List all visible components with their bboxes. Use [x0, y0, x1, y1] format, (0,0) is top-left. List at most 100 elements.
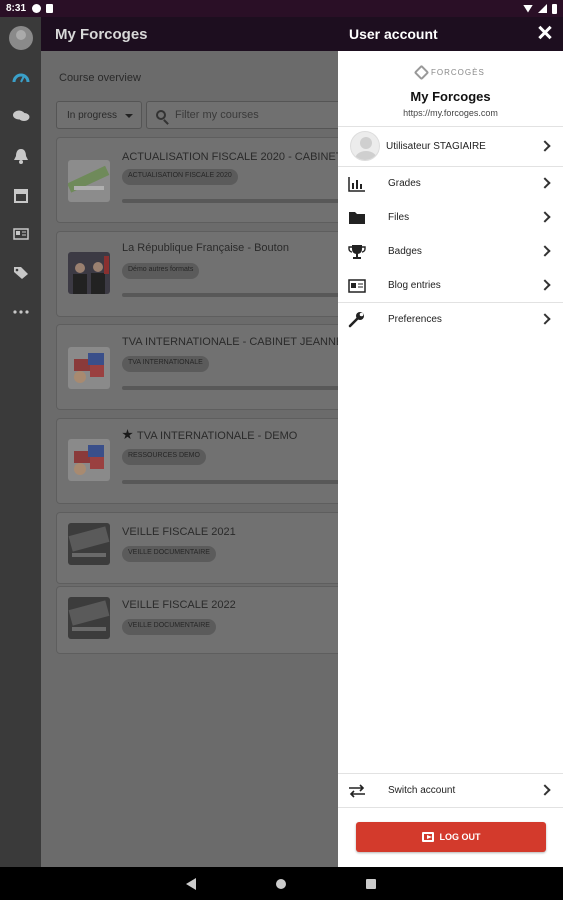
menu-item-grades[interactable]: Grades [338, 167, 563, 200]
course-thumbnail [68, 439, 110, 481]
chevron-right-icon [539, 177, 551, 189]
menu-item-badges[interactable]: Badges [338, 235, 563, 268]
menu-item-files[interactable]: Files [338, 201, 563, 234]
divider [338, 807, 563, 808]
course-card[interactable]: VEILLE FISCALE 2022 VEILLE DOCUMENTAIRE [56, 586, 356, 654]
drawer-title: User account [349, 26, 438, 42]
course-progress-bar [122, 386, 357, 390]
course-search-placeholder: Filter my courses [175, 109, 259, 121]
grades-icon [348, 177, 365, 192]
switch-arrows-icon [349, 784, 365, 798]
dashboard-icon[interactable] [0, 62, 41, 92]
logout-button[interactable]: LOG OUT [356, 822, 546, 852]
course-progress-bar [122, 293, 357, 297]
menu-label: Preferences [388, 314, 442, 325]
course-card[interactable]: TVA INTERNATIONALE - DEMO RESSOURCES DEM… [56, 418, 357, 504]
course-tag: Démo autres formats [122, 263, 200, 279]
course-card[interactable]: ACTUALISATION FISCALE 2020 - CABINET I A… [56, 137, 357, 223]
menu-label: Blog entries [388, 280, 441, 291]
course-tag: TVA INTERNATIONALE [122, 356, 209, 372]
logo-mark-icon [413, 64, 430, 80]
progress-filter-value: In progress [67, 110, 118, 121]
blog-icon[interactable] [0, 219, 41, 249]
battery-icon [552, 3, 557, 14]
course-tag: VEILLE DOCUMENTAIRE [122, 619, 216, 635]
course-tag: ACTUALISATION FISCALE 2020 [122, 169, 238, 185]
site-logo: FORCOGÈS [413, 64, 485, 80]
switch-account-label: Switch account [388, 785, 456, 796]
avatar [8, 26, 33, 50]
back-icon[interactable] [186, 878, 196, 890]
app-title: My Forcoges [55, 26, 148, 43]
course-progress-bar [122, 480, 357, 484]
caret-down-icon [125, 114, 133, 118]
course-thumbnail [68, 347, 110, 389]
course-tag: RESSOURCES DEMO [122, 449, 206, 465]
course-card[interactable]: La République Française - Bouton Démo au… [56, 231, 357, 317]
drawer-header: User account [338, 17, 563, 51]
menu-label: Badges [388, 246, 422, 257]
calendar-icon[interactable] [0, 180, 41, 210]
course-tag: VEILLE DOCUMENTAIRE [122, 546, 216, 562]
site-name: My Forcoges [410, 89, 491, 104]
user-profile-row[interactable]: Utilisateur STAGIAIRE [338, 128, 563, 166]
status-bar: 8:31 [0, 0, 563, 17]
logout-icon [421, 832, 434, 842]
chevron-right-icon [539, 313, 551, 325]
menu-item-preferences[interactable]: Preferences [338, 303, 563, 336]
folder-icon [349, 212, 365, 224]
divider [338, 126, 563, 127]
menu-label: Files [388, 212, 410, 223]
wrench-icon [348, 312, 364, 328]
course-title: TVA INTERNATIONALE - CABINET JEANNE [122, 336, 344, 348]
app-notification-icon [32, 4, 42, 13]
course-title-row: TVA INTERNATIONALE - DEMO [122, 429, 297, 442]
chevron-right-icon [539, 211, 551, 223]
chevron-right-icon [539, 245, 551, 257]
site-logo-text: FORCOGÈS [431, 67, 485, 77]
menu-item-blog-entries[interactable]: Blog entries [338, 269, 563, 302]
user-account-drawer: User account FORCOGÈS My Forcoges https:… [338, 17, 563, 867]
course-progress-bar [122, 199, 357, 203]
site-url: https://my.forcoges.com [403, 108, 498, 118]
course-thumbnail [68, 523, 110, 565]
user-avatar [350, 131, 380, 161]
switch-account-row[interactable]: Switch account [338, 774, 563, 807]
side-rail [0, 17, 41, 867]
star-icon [122, 429, 133, 440]
course-search-input[interactable]: Filter my courses [146, 101, 346, 129]
chevron-right-icon [539, 784, 551, 796]
course-card[interactable]: TVA INTERNATIONALE - CABINET JEANNE TVA … [56, 324, 357, 410]
course-title: TVA INTERNATIONALE - DEMO [137, 430, 298, 442]
wifi-icon [523, 4, 533, 13]
trophy-icon [348, 245, 366, 259]
menu-label: Grades [388, 178, 421, 189]
course-card[interactable]: VEILLE FISCALE 2021 VEILLE DOCUMENTAIRE [56, 512, 356, 584]
course-thumbnail [68, 252, 110, 294]
recents-icon[interactable] [366, 879, 376, 889]
rail-user-avatar[interactable] [0, 23, 41, 53]
course-title: La République Française - Bouton [122, 242, 289, 254]
messages-icon[interactable] [0, 101, 41, 131]
blog-icon [348, 279, 366, 293]
course-title: VEILLE FISCALE 2021 [122, 526, 236, 538]
course-thumbnail [68, 160, 110, 202]
bell-icon[interactable] [0, 141, 41, 171]
course-thumbnail [68, 597, 110, 639]
chevron-right-icon [539, 279, 551, 291]
progress-filter-select[interactable]: In progress [56, 101, 142, 129]
logout-label: LOG OUT [439, 832, 481, 842]
user-name: Utilisateur STAGIAIRE [386, 141, 486, 152]
overview-title: Course overview [59, 72, 141, 84]
home-icon[interactable] [276, 879, 286, 889]
tag-icon[interactable] [0, 258, 41, 288]
sim-notification-icon [46, 4, 54, 13]
close-icon[interactable] [535, 23, 555, 43]
status-time: 8:31 [6, 3, 27, 14]
signal-icon [538, 4, 547, 13]
chevron-right-icon [539, 140, 551, 152]
more-icon[interactable] [0, 297, 41, 327]
search-icon [156, 110, 166, 120]
course-title: ACTUALISATION FISCALE 2020 - CABINET I [122, 151, 349, 163]
system-nav-bar [0, 867, 563, 900]
